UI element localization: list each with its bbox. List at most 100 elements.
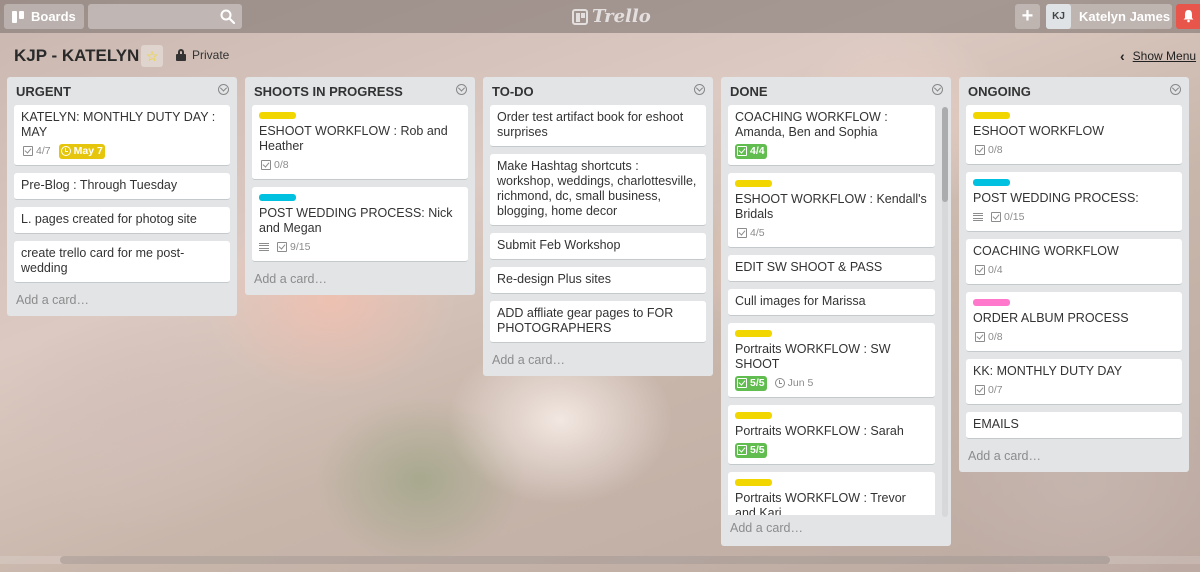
checklist-icon	[23, 146, 33, 156]
list-menu-icon[interactable]	[1170, 84, 1181, 95]
checklist-badge: 4/7	[21, 144, 53, 159]
description-icon	[259, 242, 269, 252]
card-label	[259, 112, 296, 119]
list-urgent: URGENT KATELYN: MONTHLY DUTY DAY : MAY 4/…	[7, 77, 237, 316]
card-title: EMAILS	[973, 417, 1019, 431]
clock-icon	[60, 146, 71, 156]
checklist-badge: 0/7	[973, 383, 1005, 398]
board-scrollbar-thumb[interactable]	[60, 556, 1110, 564]
checklist-badge: 4/5	[735, 226, 767, 241]
card-title: COACHING WORKFLOW : Amanda, Ben and Soph…	[735, 110, 888, 139]
card[interactable]: ESHOOT WORKFLOW : Rob and Heather 0/8	[252, 105, 468, 180]
checklist-icon	[737, 146, 747, 156]
list-to-do: TO-DO Order test artifact book for eshoo…	[483, 77, 713, 376]
member-menu-button[interactable]: KJ Katelyn James	[1046, 4, 1172, 29]
card[interactable]: Portraits WORKFLOW : SW SHOOT 5/5 Jun 5	[728, 323, 935, 398]
privacy-button[interactable]: Private	[176, 48, 229, 62]
list-title[interactable]: TO-DO	[492, 84, 534, 99]
add-card-button[interactable]: Add a card…	[966, 446, 1182, 472]
checklist-badge: 9/15	[275, 240, 312, 255]
card[interactable]: ESHOOT WORKFLOW 0/8	[966, 105, 1182, 165]
card[interactable]: EDIT SW SHOOT & PASS	[728, 255, 935, 282]
card[interactable]: COACHING WORKFLOW : Amanda, Ben and Soph…	[728, 105, 935, 166]
card[interactable]: Cull images for Marissa	[728, 289, 935, 316]
card[interactable]: COACHING WORKFLOW 0/4	[966, 239, 1182, 285]
card[interactable]: Pre-Blog : Through Tuesday	[14, 173, 230, 200]
trello-logo[interactable]: Trello	[572, 6, 651, 27]
card-title: Submit Feb Workshop	[497, 238, 621, 252]
card[interactable]: ORDER ALBUM PROCESS 0/8	[966, 292, 1182, 352]
card-title: EDIT SW SHOOT & PASS	[735, 260, 883, 274]
list-title[interactable]: URGENT	[16, 84, 71, 99]
checklist-count: 0/4	[988, 263, 1003, 276]
card[interactable]: Submit Feb Workshop	[490, 233, 706, 260]
card[interactable]: Portraits WORKFLOW : Trevor and Kari5/5	[728, 472, 935, 515]
checklist-count: 0/8	[988, 330, 1003, 343]
add-card-button[interactable]: Add a card…	[490, 350, 706, 376]
card[interactable]: Portraits WORKFLOW : Sarah 5/5	[728, 405, 935, 465]
search-box[interactable]	[87, 4, 242, 29]
card-list: KATELYN: MONTHLY DUTY DAY : MAY 4/7 May 7 P…	[14, 105, 230, 283]
star-button[interactable]: ☆	[141, 45, 163, 67]
card[interactable]: KK: MONTHLY DUTY DAY 0/7	[966, 359, 1182, 405]
checklist-badge: 0/8	[973, 143, 1005, 158]
checklist-icon	[737, 445, 747, 455]
card-title: POST WEDDING PROCESS: Nick and Megan	[259, 206, 453, 235]
logo-text: Trello	[592, 6, 651, 27]
card[interactable]: EMAILS	[966, 412, 1182, 439]
boards-button[interactable]: Boards	[4, 4, 84, 29]
checklist-icon	[975, 385, 985, 395]
card-title: Portraits WORKFLOW : Trevor and Kari	[735, 491, 906, 515]
card-title: ESHOOT WORKFLOW : Kendall's Bridals	[735, 192, 927, 221]
board-title[interactable]: KJP - KATELYN	[14, 46, 139, 66]
avatar: KJ	[1046, 4, 1071, 29]
add-card-button[interactable]: Add a card…	[728, 515, 935, 544]
card[interactable]: KATELYN: MONTHLY DUTY DAY : MAY 4/7 May 7	[14, 105, 230, 166]
card-badges: 9/15	[259, 239, 461, 255]
list-scrollbar-thumb[interactable]	[942, 107, 948, 202]
card-badges: 4/7 May 7	[21, 143, 223, 159]
card-title: ESHOOT WORKFLOW : Rob and Heather	[259, 124, 448, 153]
card-list: ESHOOT WORKFLOW : Rob and Heather 0/8 POST…	[252, 105, 468, 262]
search-input[interactable]	[87, 4, 242, 29]
card[interactable]: Make Hashtag shortcuts : workshop, weddi…	[490, 154, 706, 226]
card[interactable]: POST WEDDING PROCESS: 0/15	[966, 172, 1182, 232]
list-menu-icon[interactable]	[694, 84, 705, 95]
list-scrollbar[interactable]	[942, 107, 948, 517]
list-shoots-in-progress: SHOOTS IN PROGRESS ESHOOT WORKFLOW : Rob…	[245, 77, 475, 295]
card-title: Re-design Plus sites	[497, 272, 611, 286]
checklist-icon	[277, 242, 287, 252]
add-button[interactable]: +	[1015, 4, 1040, 29]
card-label	[973, 299, 1010, 306]
add-card-button[interactable]: Add a card…	[14, 290, 230, 316]
plus-icon: +	[1021, 5, 1034, 27]
card-title: POST WEDDING PROCESS:	[973, 191, 1139, 205]
card[interactable]: POST WEDDING PROCESS: Nick and Megan 9/15	[252, 187, 468, 262]
list-menu-icon[interactable]	[932, 84, 943, 95]
list-title[interactable]: SHOOTS IN PROGRESS	[254, 84, 403, 99]
card[interactable]: L. pages created for photog site	[14, 207, 230, 234]
card[interactable]: create trello card for me post-wedding	[14, 241, 230, 283]
list-header: URGENT	[14, 77, 230, 105]
show-menu-button[interactable]: ‹ Show Menu	[1120, 48, 1196, 64]
description-icon	[973, 212, 983, 222]
checklist-count: 4/7	[36, 144, 51, 157]
card[interactable]: ESHOOT WORKFLOW : Kendall's Bridals 4/5	[728, 173, 935, 248]
list-title[interactable]: ONGOING	[968, 84, 1031, 99]
list-title[interactable]: DONE	[730, 84, 768, 99]
add-card-button[interactable]: Add a card…	[252, 269, 468, 295]
list-menu-icon[interactable]	[456, 84, 467, 95]
card-badges: 5/5	[735, 442, 928, 458]
board-scrollbar[interactable]	[0, 556, 1200, 564]
card-title: COACHING WORKFLOW	[973, 244, 1119, 258]
checklist-icon	[991, 212, 1001, 222]
board-header: KJP - KATELYN ☆ Private ‹ Show Menu	[0, 40, 1200, 70]
card-title: ESHOOT WORKFLOW	[973, 124, 1105, 138]
list-menu-icon[interactable]	[218, 84, 229, 95]
notifications-button[interactable]	[1176, 4, 1200, 29]
card[interactable]: Re-design Plus sites	[490, 267, 706, 294]
card[interactable]: Order test artifact book for eshoot surp…	[490, 105, 706, 147]
privacy-label: Private	[192, 48, 230, 62]
card[interactable]: ADD affliate gear pages to FOR PHOTOGRAP…	[490, 301, 706, 343]
search-icon[interactable]	[220, 9, 235, 24]
